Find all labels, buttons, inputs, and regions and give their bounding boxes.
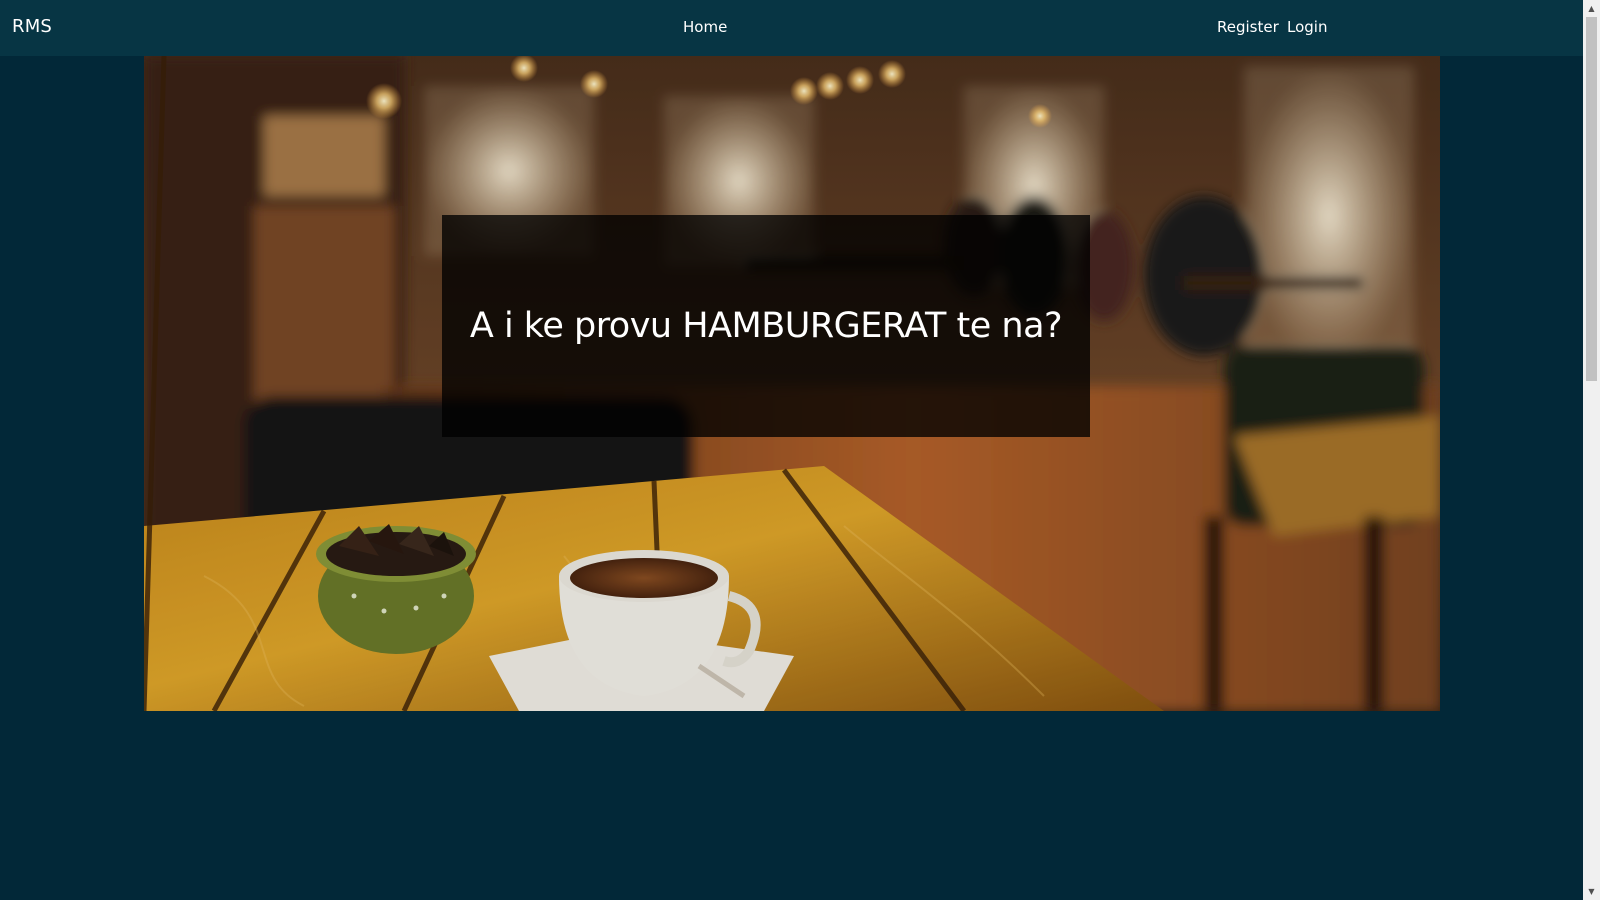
nav-link-home[interactable]: Home	[683, 18, 727, 36]
scroll-up-arrow-icon[interactable]: ▲	[1583, 0, 1600, 17]
navbar: RMS Home Register Login	[0, 0, 1583, 56]
nav-link-register[interactable]: Register	[1217, 18, 1279, 36]
brand-logo[interactable]: RMS	[12, 16, 52, 37]
hero-caption-box: A i ke provu HAMBURGERAT te na?	[442, 215, 1090, 437]
vertical-scrollbar[interactable]: ▲ ▼	[1583, 0, 1600, 900]
scroll-thumb[interactable]	[1586, 17, 1597, 381]
hero-caption-title: A i ke provu HAMBURGERAT te na?	[469, 306, 1063, 346]
hero-banner: A i ke provu HAMBURGERAT te na?	[144, 56, 1440, 711]
nav-link-login[interactable]: Login	[1287, 18, 1327, 36]
page: RMS Home Register Login A i ke provu HAM…	[0, 0, 1583, 900]
scroll-down-arrow-icon[interactable]: ▼	[1583, 883, 1600, 900]
